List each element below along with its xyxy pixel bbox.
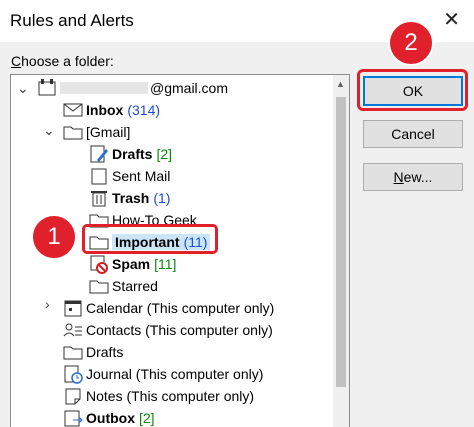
redacted-email xyxy=(60,82,148,94)
tree-item-starred[interactable]: Starred xyxy=(89,275,158,297)
tree-item-drafts-gmail[interactable]: Drafts [2] xyxy=(89,143,172,165)
notes-icon xyxy=(63,386,83,406)
cancel-button[interactable]: Cancel xyxy=(363,120,463,148)
tree-item-spam[interactable]: Spam [11] xyxy=(89,253,176,275)
window-title: Rules and Alerts xyxy=(10,11,134,30)
callout-badge-1: 1 xyxy=(31,214,77,260)
tree-item-outbox[interactable]: Outbox [2] xyxy=(63,407,155,427)
tree-item-contacts[interactable]: Contacts (This computer only) xyxy=(63,319,273,341)
tree-item-sent-mail[interactable]: Sent Mail xyxy=(89,165,170,187)
choose-folder-label: Choose a folder: xyxy=(11,53,114,69)
envelope-icon xyxy=(63,100,83,120)
close-icon[interactable]: ✕ xyxy=(443,10,460,30)
journal-icon xyxy=(63,364,83,384)
calendar-icon xyxy=(63,298,83,318)
folder-icon xyxy=(89,276,109,296)
tree-item-trash[interactable]: Trash (1) xyxy=(89,187,170,209)
new-folder-button[interactable]: New... xyxy=(363,163,463,191)
collapse-chevron-icon[interactable]: ⌄ xyxy=(17,81,29,95)
tree-item-drafts[interactable]: Drafts xyxy=(63,341,123,363)
tree-item-journal[interactable]: Journal (This computer only) xyxy=(63,363,263,385)
ok-highlight-box xyxy=(357,69,468,111)
folder-icon xyxy=(63,122,83,142)
expand-chevron-icon[interactable]: › xyxy=(45,297,50,311)
folder-icon xyxy=(63,342,83,362)
outbox-icon xyxy=(63,408,83,427)
tree-item-notes[interactable]: Notes (This computer only) xyxy=(63,385,254,407)
tree-item-gmail[interactable]: [Gmail] xyxy=(63,121,130,143)
tree-item-calendar[interactable]: Calendar (This computer only) xyxy=(63,297,274,319)
mail-store-icon xyxy=(37,78,57,98)
sent-mail-icon xyxy=(89,166,109,186)
collapse-chevron-icon[interactable]: ⌄ xyxy=(43,123,55,137)
tree-item-inbox[interactable]: Inbox (314) xyxy=(63,99,160,121)
drafts-pencil-icon xyxy=(89,144,109,164)
trash-icon xyxy=(89,188,109,208)
scroll-up-arrow-icon[interactable]: ▲ xyxy=(336,79,345,89)
scrollbar-thumb[interactable] xyxy=(336,97,346,387)
contacts-icon xyxy=(63,320,83,340)
callout-badge-2: 2 xyxy=(388,20,434,66)
vertical-scrollbar[interactable]: ▲ xyxy=(333,75,349,427)
tree-item-account[interactable]: @gmail.com xyxy=(37,77,228,99)
junk-mail-icon xyxy=(89,254,109,274)
important-highlight-box xyxy=(82,224,218,254)
